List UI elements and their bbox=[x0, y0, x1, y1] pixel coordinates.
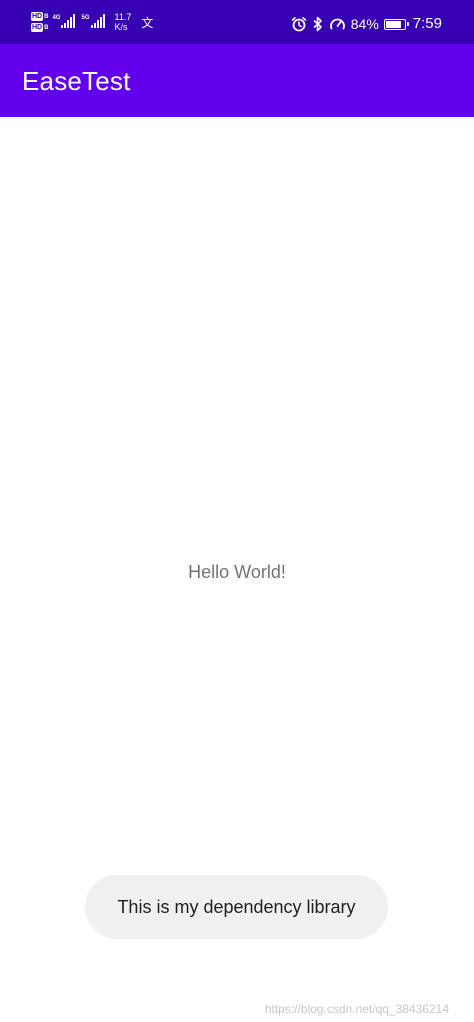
app-title: EaseTest bbox=[22, 66, 131, 96]
speedometer-icon bbox=[329, 18, 345, 30]
toast-message: This is my dependency library bbox=[85, 875, 388, 939]
network-speed-value: 11.7 bbox=[114, 12, 132, 22]
network-speed-unit: K/s bbox=[114, 22, 128, 32]
status-bar-right: 84% 7:59 bbox=[291, 14, 442, 34]
signal-icon bbox=[90, 14, 105, 28]
clock-time: 7:59 bbox=[412, 15, 442, 32]
bluetooth-icon bbox=[313, 16, 322, 32]
network-type-label: 4G bbox=[52, 15, 61, 21]
hd-indicators: HD B HD B bbox=[31, 12, 48, 32]
battery-percentage: 84% bbox=[350, 16, 379, 32]
network-type-label: 5G bbox=[81, 15, 90, 21]
battery-icon bbox=[383, 18, 409, 30]
app-bar: EaseTest bbox=[0, 44, 474, 117]
network-speed: 11.7 K/s bbox=[115, 12, 132, 32]
input-language-icon: 文 bbox=[141, 16, 154, 30]
watermark-text: https://blog.csdn.net/qq_38436214 bbox=[264, 1002, 449, 1016]
hd-icon: HD bbox=[31, 12, 44, 21]
status-bar: HD B HD B 4G 5G 11.7 K/s 文 84% 7:59 bbox=[0, 0, 474, 44]
status-bar-left: HD B HD B 4G 5G 11.7 K/s 文 bbox=[31, 12, 153, 40]
hd-indicator-bottom: HD B bbox=[31, 23, 48, 32]
hd-icon: HD bbox=[31, 23, 44, 32]
hd-sub-label: B bbox=[44, 14, 49, 20]
hello-text: Hello World! bbox=[188, 562, 286, 582]
main-content: Hello World! This is my dependency libra… bbox=[0, 117, 474, 1022]
alarm-icon bbox=[291, 17, 307, 32]
hd-indicator-top: HD B bbox=[31, 12, 48, 21]
hd-sub-label: B bbox=[44, 25, 49, 31]
toast-text: This is my dependency library bbox=[117, 897, 356, 917]
battery-level-fill bbox=[385, 20, 401, 28]
signal-icon bbox=[61, 14, 76, 28]
